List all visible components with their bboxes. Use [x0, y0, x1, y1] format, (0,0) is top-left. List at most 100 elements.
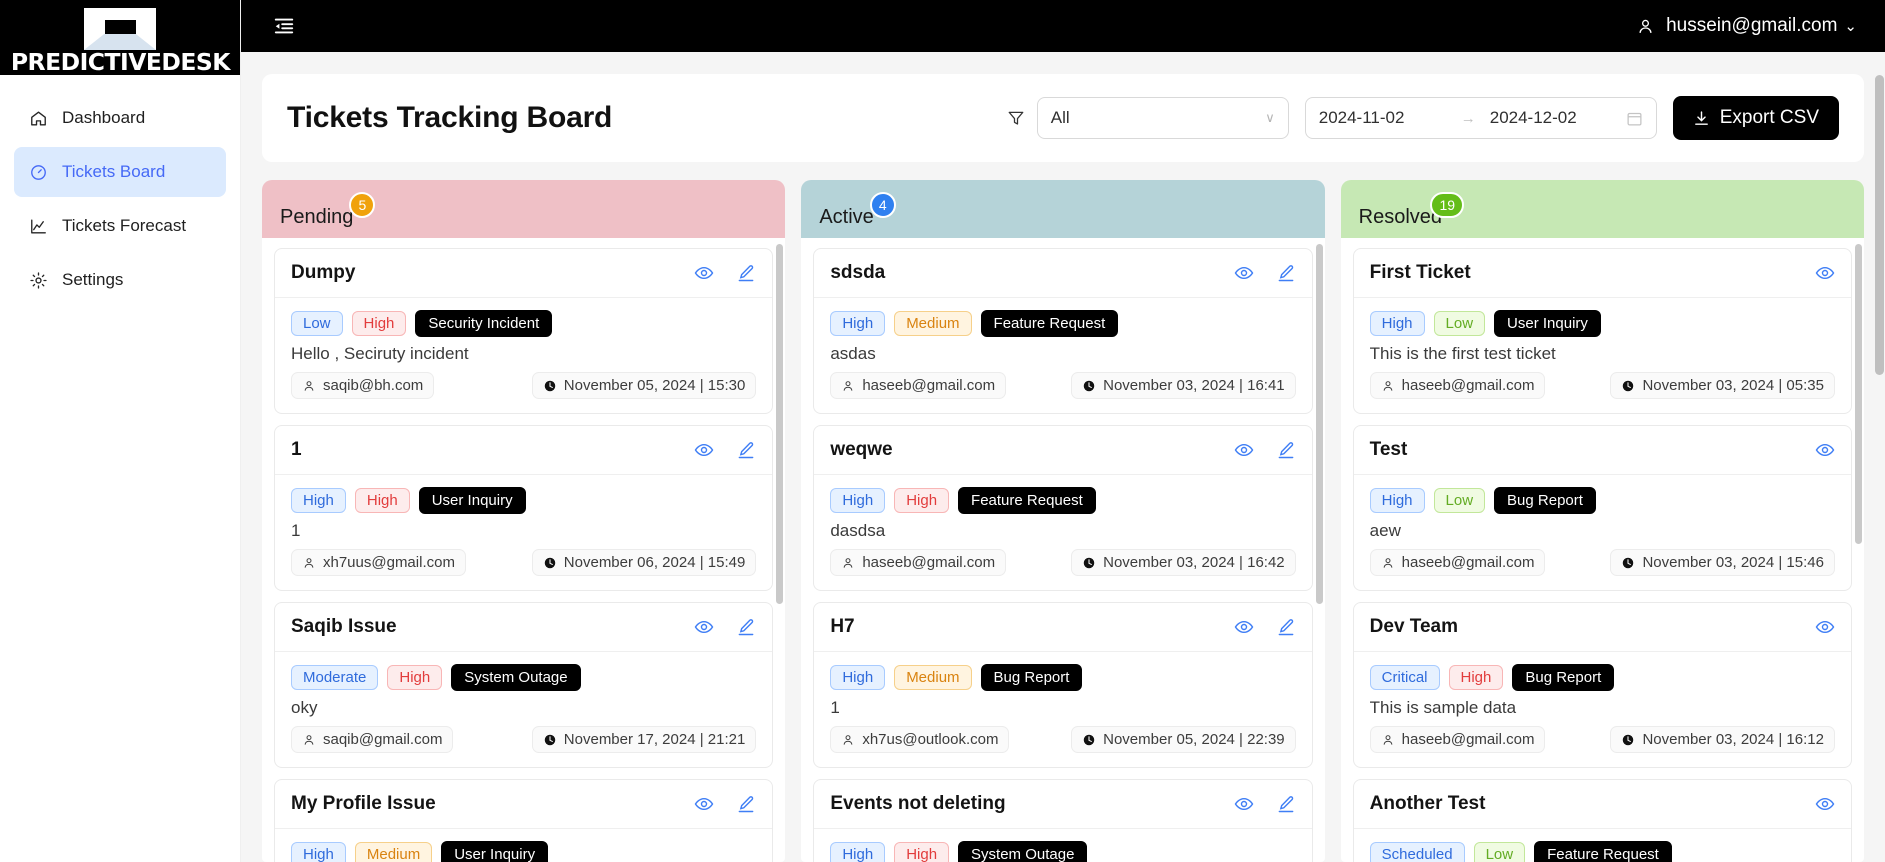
edit-icon[interactable] [736, 794, 756, 814]
ticket-reporter-email: saqib@bh.com [323, 377, 424, 394]
ticket-description: asdas [830, 344, 876, 363]
export-csv-button[interactable]: Export CSV [1672, 96, 1839, 140]
view-icon[interactable] [1815, 440, 1835, 460]
view-icon[interactable] [1234, 794, 1254, 814]
ticket-tag: Moderate [291, 665, 379, 690]
column-header: Resolved 19 [1340, 180, 1864, 238]
sidebar-item-tickets-forecast[interactable]: Tickets Forecast [14, 201, 226, 251]
kanban-board: Pending 5 Dumpy Low High Security Incident Hel… [262, 180, 1864, 862]
ticket-tag: Security Incident [415, 310, 553, 337]
ticket-card[interactable]: First Ticket High Low User Inquiry This is t… [1352, 248, 1852, 414]
ticket-card[interactable]: H7 High Medium Bug Report 1 xh7us@outlook.com… [813, 602, 1313, 768]
date-range-picker[interactable]: 2024-11-02 → 2024-12-02 [1304, 97, 1657, 139]
column-header: Pending 5 [262, 180, 786, 238]
ticket-actions [1234, 440, 1296, 460]
ticket-reporter-chip: saqib@gmail.com [291, 726, 454, 753]
user-menu[interactable]: hussein@gmail.com ⌄ [1636, 15, 1857, 37]
ticket-header: Events not deleting [814, 780, 1312, 829]
ticket-card[interactable]: Dev Team Critical High Bug Report This is sa… [1352, 602, 1852, 768]
ticket-header: H7 [814, 603, 1312, 652]
status-filter-select[interactable]: All ∨ [1036, 97, 1289, 139]
ticket-tag: User Inquiry [441, 841, 549, 862]
toolbar: All ∨ 2024-11-02 → 2024-12-02 Export CSV [1007, 96, 1839, 140]
ticket-tag: Low [1433, 488, 1486, 513]
ticket-actions [1234, 617, 1296, 637]
view-icon[interactable] [1234, 440, 1254, 460]
ticket-reporter-email: haseeb@gmail.com [862, 377, 996, 394]
ticket-tag: High [387, 665, 443, 690]
sidebar-item-label: Dashboard [62, 108, 146, 127]
edit-icon[interactable] [1276, 617, 1296, 637]
ticket-card[interactable]: sdsda High Medium Feature Request asdas hasee… [813, 248, 1313, 414]
ticket-date-chip: November 03, 2024 | 16:12 [1610, 726, 1835, 753]
ticket-card[interactable]: Dumpy Low High Security Incident Hello , Sec… [274, 248, 774, 414]
ticket-reporter-email: haseeb@gmail.com [1401, 554, 1535, 571]
view-icon[interactable] [694, 263, 714, 283]
calendar-icon [1627, 112, 1642, 126]
sidebar-item-settings[interactable]: Settings [14, 255, 226, 305]
ticket-description: aew [1369, 521, 1401, 540]
ticket-date-chip: November 03, 2024 | 16:41 [1071, 372, 1296, 399]
view-icon[interactable] [694, 794, 714, 814]
page-content: Tickets Tracking Board All ∨ 2024-11-02 [241, 52, 1885, 862]
ticket-actions [694, 617, 756, 637]
ticket-tag: Low [1473, 842, 1526, 862]
ticket-card[interactable]: Test High Low Bug Report aew haseeb@gmail.com… [1352, 425, 1852, 591]
ticket-card[interactable]: weqwe High High Feature Request dasdsa haseeb… [813, 425, 1313, 591]
view-icon[interactable] [694, 440, 714, 460]
ticket-date-chip: November 17, 2024 | 21:21 [531, 726, 757, 753]
sidebar-item-tickets-board[interactable]: Tickets Board [14, 147, 226, 197]
view-icon[interactable] [1815, 617, 1835, 637]
ticket-tag: High [830, 311, 886, 336]
edit-icon[interactable] [1276, 794, 1296, 814]
view-icon[interactable] [1234, 617, 1254, 637]
column-scrollbar[interactable] [1315, 244, 1323, 604]
line-chart-icon [28, 216, 48, 236]
ticket-body: High Medium Feature Request asdas haseeb@gma… [814, 298, 1311, 413]
sidebar-item-label: Tickets Board [62, 162, 166, 181]
edit-icon[interactable] [736, 617, 756, 637]
edit-icon[interactable] [1276, 263, 1296, 283]
menu-fold-icon[interactable] [269, 11, 299, 41]
edit-icon[interactable] [736, 263, 756, 283]
column-body: sdsda High Medium Feature Request asdas hasee… [801, 238, 1325, 862]
ticket-card[interactable]: My Profile Issue High Medium User Inquiry [274, 779, 774, 862]
ticket-card[interactable]: Saqib Issue Moderate High System Outage oky s… [274, 602, 774, 768]
column-scrollbar[interactable] [776, 244, 784, 604]
ticket-title: Test [1369, 439, 1408, 460]
view-icon[interactable] [1815, 263, 1835, 283]
page-scrollbar[interactable] [1875, 75, 1884, 375]
ticket-tags: High Medium User Inquiry [291, 841, 756, 862]
ticket-reporter-chip: haseeb@gmail.com [830, 372, 1007, 399]
column-scrollbar[interactable] [1854, 244, 1862, 544]
ticket-description: oky [291, 698, 318, 717]
ticket-card[interactable]: Another Test Scheduled Low Feature Request [1352, 779, 1852, 862]
date-end-input[interactable]: 2024-12-02 [1490, 108, 1618, 128]
edit-icon[interactable] [736, 440, 756, 460]
ticket-tag: Feature Request [1534, 841, 1672, 862]
column-title: Resolved 19 [1359, 192, 1465, 229]
ticket-card[interactable]: Events not deleting High High System Outage [813, 779, 1313, 862]
ticket-tags: High High System Outage [830, 841, 1295, 862]
view-icon[interactable] [1234, 263, 1254, 283]
date-start-input[interactable]: 2024-11-02 [1319, 108, 1447, 128]
ticket-header: Dumpy [275, 249, 773, 298]
ticket-card[interactable]: 1 High High User Inquiry 1 xh7uus@gmail.com No… [274, 425, 774, 591]
ticket-reporter-chip: saqib@bh.com [291, 372, 435, 399]
chevron-down-icon: ∨ [1265, 110, 1275, 125]
edit-icon[interactable] [1276, 440, 1296, 460]
filter-group: All ∨ [1007, 97, 1289, 139]
sidebar-item-dashboard[interactable]: Dashboard [14, 93, 226, 143]
ticket-reporter-chip: xh7us@outlook.com [830, 726, 1010, 753]
ticket-date: November 05, 2024 | 15:30 [563, 377, 746, 394]
view-icon[interactable] [1815, 794, 1835, 814]
column-count-badge: 5 [349, 192, 376, 218]
view-icon[interactable] [694, 617, 714, 637]
ticket-body: High High Feature Request dasdsa haseeb@gmai… [814, 475, 1311, 590]
ticket-date: November 03, 2024 | 05:35 [1642, 377, 1824, 394]
ticket-title: weqwe [830, 439, 893, 460]
ticket-meta: saqib@gmail.com November 17, 2024 | 21:21 [291, 726, 757, 753]
ticket-title: Dumpy [291, 262, 356, 283]
column-title: Pending 5 [280, 192, 376, 229]
ticket-body: High Low User Inquiry This is the first tes… [1354, 298, 1851, 413]
